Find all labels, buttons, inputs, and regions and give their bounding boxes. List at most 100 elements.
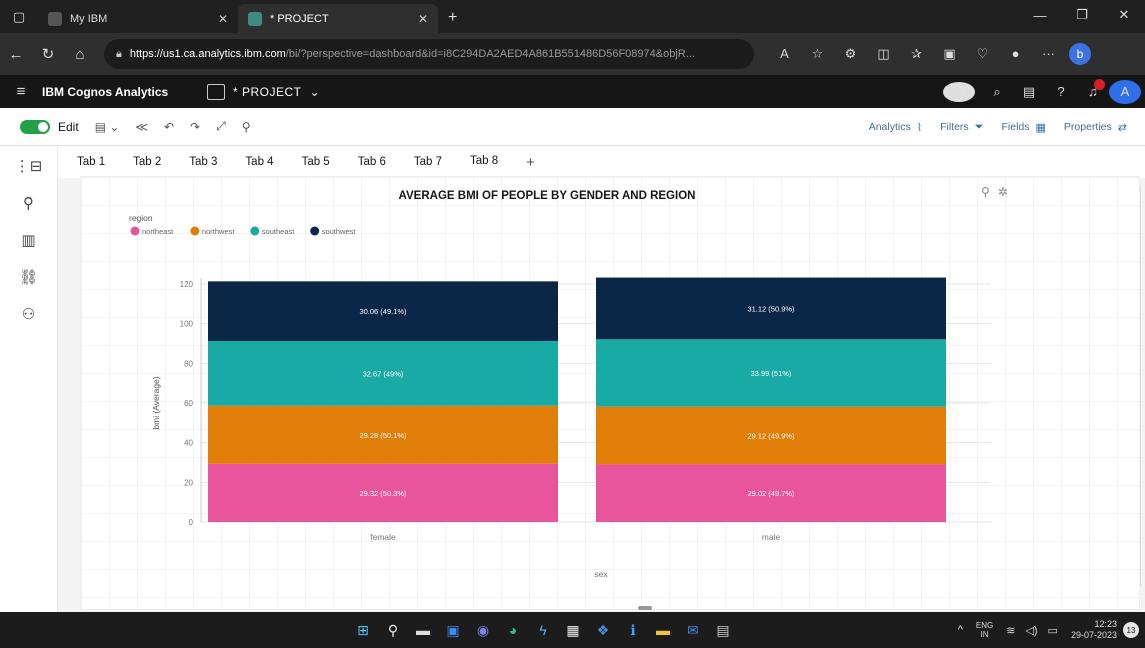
maximize-icon[interactable]: ❐ <box>1061 0 1103 30</box>
new-tab-button[interactable]: + <box>448 9 457 27</box>
windows-start-icon[interactable]: ⊞ <box>348 612 378 648</box>
save-icon[interactable]: ▤ ⌄ <box>95 120 120 134</box>
favorites-icon[interactable]: ✰ <box>900 46 933 62</box>
chevron-up-icon[interactable]: ^ <box>958 624 963 636</box>
dashboard-tab-4[interactable]: Tab 4 <box>231 146 287 178</box>
profile-avatar-icon[interactable]: ● <box>999 46 1032 62</box>
properties-button[interactable]: Properties ⇄ <box>1064 121 1127 134</box>
minimize-icon[interactable]: — <box>1019 0 1061 30</box>
notifications-icon[interactable]: ♫ <box>1077 79 1109 99</box>
widgets-app-icon[interactable]: ▣ <box>438 612 468 648</box>
assistant-badge[interactable]: 324 <box>943 81 975 102</box>
dashboard-tab-6[interactable]: Tab 6 <box>344 146 400 178</box>
legend-label-southwest: southwest <box>322 227 357 236</box>
toolbar-panels: Analytics ⌇ Filters ⏷ Fields ▦ Properties ⇄ <box>869 108 1145 146</box>
more-options-icon[interactable]: ··· <box>1032 46 1065 62</box>
back-icon[interactable]: ← <box>0 46 32 63</box>
notepad-icon[interactable]: ▤ <box>708 612 738 648</box>
analytics-button[interactable]: Analytics ⌇ <box>869 121 922 134</box>
clock[interactable]: 12:23 29-07-2023 <box>1071 619 1117 641</box>
file-explorer-icon[interactable]: ▬ <box>648 612 678 648</box>
language-indicator[interactable]: ENG IN <box>976 621 993 639</box>
dashboard-tab-8[interactable]: Tab 8 <box>455 146 513 178</box>
dashboard-tab-7[interactable]: Tab 7 <box>400 146 456 178</box>
lang-top: ENG <box>975 621 994 630</box>
properties-icon: ⇄ <box>1117 121 1127 134</box>
dashboard-toolbar: Edit ▤ ⌄ ≪ ↶ ↷ ⤢ ⚲ Analytics ⌇ Filters ⏷ F… <box>0 108 1145 146</box>
taskbar-search-icon[interactable]: ⚲ <box>378 612 408 648</box>
horizontal-scrollbar[interactable] <box>638 606 652 610</box>
filters-button[interactable]: Filters ⏷ <box>940 121 983 134</box>
close-tab-icon[interactable]: ✕ <box>418 12 428 26</box>
url-field[interactable]: 🔒︎ https://us1.ca.analytics.ibm.com /bi/… <box>104 39 754 69</box>
project-name[interactable]: * PROJECT <box>233 85 302 99</box>
url-host: https://us1.ca.analytics.ibm.com <box>129 48 286 60</box>
app2-icon[interactable]: ℹ <box>618 612 648 648</box>
menu-icon[interactable]: ≡ <box>0 83 42 100</box>
widgets-icon[interactable]: ⛓ <box>0 261 57 294</box>
dashboard-tab-5[interactable]: Tab 5 <box>288 146 344 178</box>
y-axis-label: bmi (Average) <box>151 376 161 429</box>
chevron-down-icon[interactable]: ⌄ <box>310 85 320 99</box>
y-tick-label-20: 20 <box>184 478 193 487</box>
edit-label: Edit <box>58 119 79 134</box>
search-icon[interactable]: ⌕ <box>981 84 1013 100</box>
close-tab-icon[interactable]: ✕ <box>218 12 228 26</box>
dashboard-tab-1[interactable]: Tab 1 <box>63 146 119 178</box>
assistant-icon[interactable]: ⚇ <box>0 298 57 331</box>
chart-widget[interactable]: AVERAGE BMI OF PEOPLE BY GENDER AND REGI… <box>80 176 1140 610</box>
time: 12:23 <box>1094 619 1117 629</box>
volume-icon[interactable]: ◁) <box>1025 624 1037 637</box>
edit-toggle[interactable] <box>20 119 50 134</box>
data-sources-icon[interactable]: ⋮⊟ <box>0 150 57 183</box>
widget-search-icon[interactable]: ⚲ <box>981 185 998 199</box>
dropbox-icon[interactable]: ❖ <box>588 612 618 648</box>
wifi-icon[interactable]: ≋ <box>1006 624 1015 637</box>
dashboard-tabs: Tab 1 Tab 2 Tab 3 Tab 4 Tab 5 Tab 6 Tab 7 Tab 8… <box>58 146 1145 178</box>
fullscreen-icon[interactable]: ⤢ <box>216 119 226 134</box>
help-icon[interactable]: ? <box>1045 84 1077 99</box>
dashboard-tab-3[interactable]: Tab 3 <box>175 146 231 178</box>
dashboard-tab-2[interactable]: Tab 2 <box>119 146 175 178</box>
stacked-bar-chart[interactable]: AVERAGE BMI OF PEOPLE BY GENDER AND REGI… <box>81 177 1141 611</box>
notification-badge[interactable]: 13 <box>1123 622 1139 638</box>
cognos-header: ≡ IBM Cognos Analytics * PROJECT ⌄ 324 ⌕… <box>0 75 1145 108</box>
task-view-icon[interactable]: ▬ <box>408 612 438 648</box>
collections-icon[interactable]: ▣ <box>933 46 966 62</box>
home-icon[interactable]: ⌂ <box>64 46 96 63</box>
visualizations-icon[interactable]: ▥ <box>0 224 57 257</box>
browser-essentials-icon[interactable]: ♡ <box>966 46 999 62</box>
calculator-icon[interactable]: ▦ <box>558 612 588 648</box>
redo-icon[interactable]: ↷ <box>190 120 200 134</box>
data-label-female-southeast: 32.67 (49%) <box>363 369 404 378</box>
widget-settings-icon[interactable]: ✲ <box>998 185 1016 199</box>
teams-icon[interactable]: ◉ <box>468 612 498 648</box>
copilot-icon[interactable]: b <box>1069 43 1091 65</box>
refresh-icon[interactable]: ↻ <box>32 45 64 63</box>
read-aloud-icon[interactable]: A <box>768 46 801 62</box>
mail-icon[interactable]: ✉ <box>678 612 708 648</box>
avatar[interactable]: A <box>1109 79 1141 104</box>
browser-tab-strip: ▢ My IBM ✕ * PROJECT ✕ + — ❐ ✕ <box>0 0 1145 33</box>
add-tab-button[interactable]: + <box>512 146 549 178</box>
pin-board-icon[interactable]: ⚲ <box>0 187 57 220</box>
browser-tab-my-ibm[interactable]: My IBM ✕ <box>38 4 238 33</box>
data-label-male-northwest: 29.12 (49.9%) <box>747 432 795 441</box>
browser-tab-project[interactable]: * PROJECT ✕ <box>238 4 438 33</box>
favorite-star-icon[interactable]: ☆ <box>801 46 834 62</box>
extensions-icon[interactable]: ⚙ <box>834 46 867 62</box>
close-window-icon[interactable]: ✕ <box>1103 0 1145 30</box>
tab-actions-icon[interactable]: ▢ <box>0 0 38 33</box>
undo-icon[interactable]: ↶ <box>164 120 174 134</box>
battery-icon[interactable]: ▭ <box>1048 624 1058 637</box>
pin-icon[interactable]: ⚲ <box>242 120 251 134</box>
vertical-scrollbar[interactable] <box>1140 186 1143 586</box>
chat-icon[interactable]: ▤ <box>1013 84 1045 100</box>
share-icon[interactable]: ≪ <box>135 120 148 134</box>
split-screen-icon[interactable]: ◫ <box>867 46 900 62</box>
app-icon[interactable]: ϟ <box>528 612 558 648</box>
fields-button[interactable]: Fields ▦ <box>1002 121 1046 134</box>
y-tick-label-80: 80 <box>184 359 193 368</box>
edge-icon[interactable]: ◕ <box>498 612 528 648</box>
system-tray: ^ ENG IN ≋ ◁) ▭ 12:23 29-07-2023 13 <box>953 612 1145 648</box>
